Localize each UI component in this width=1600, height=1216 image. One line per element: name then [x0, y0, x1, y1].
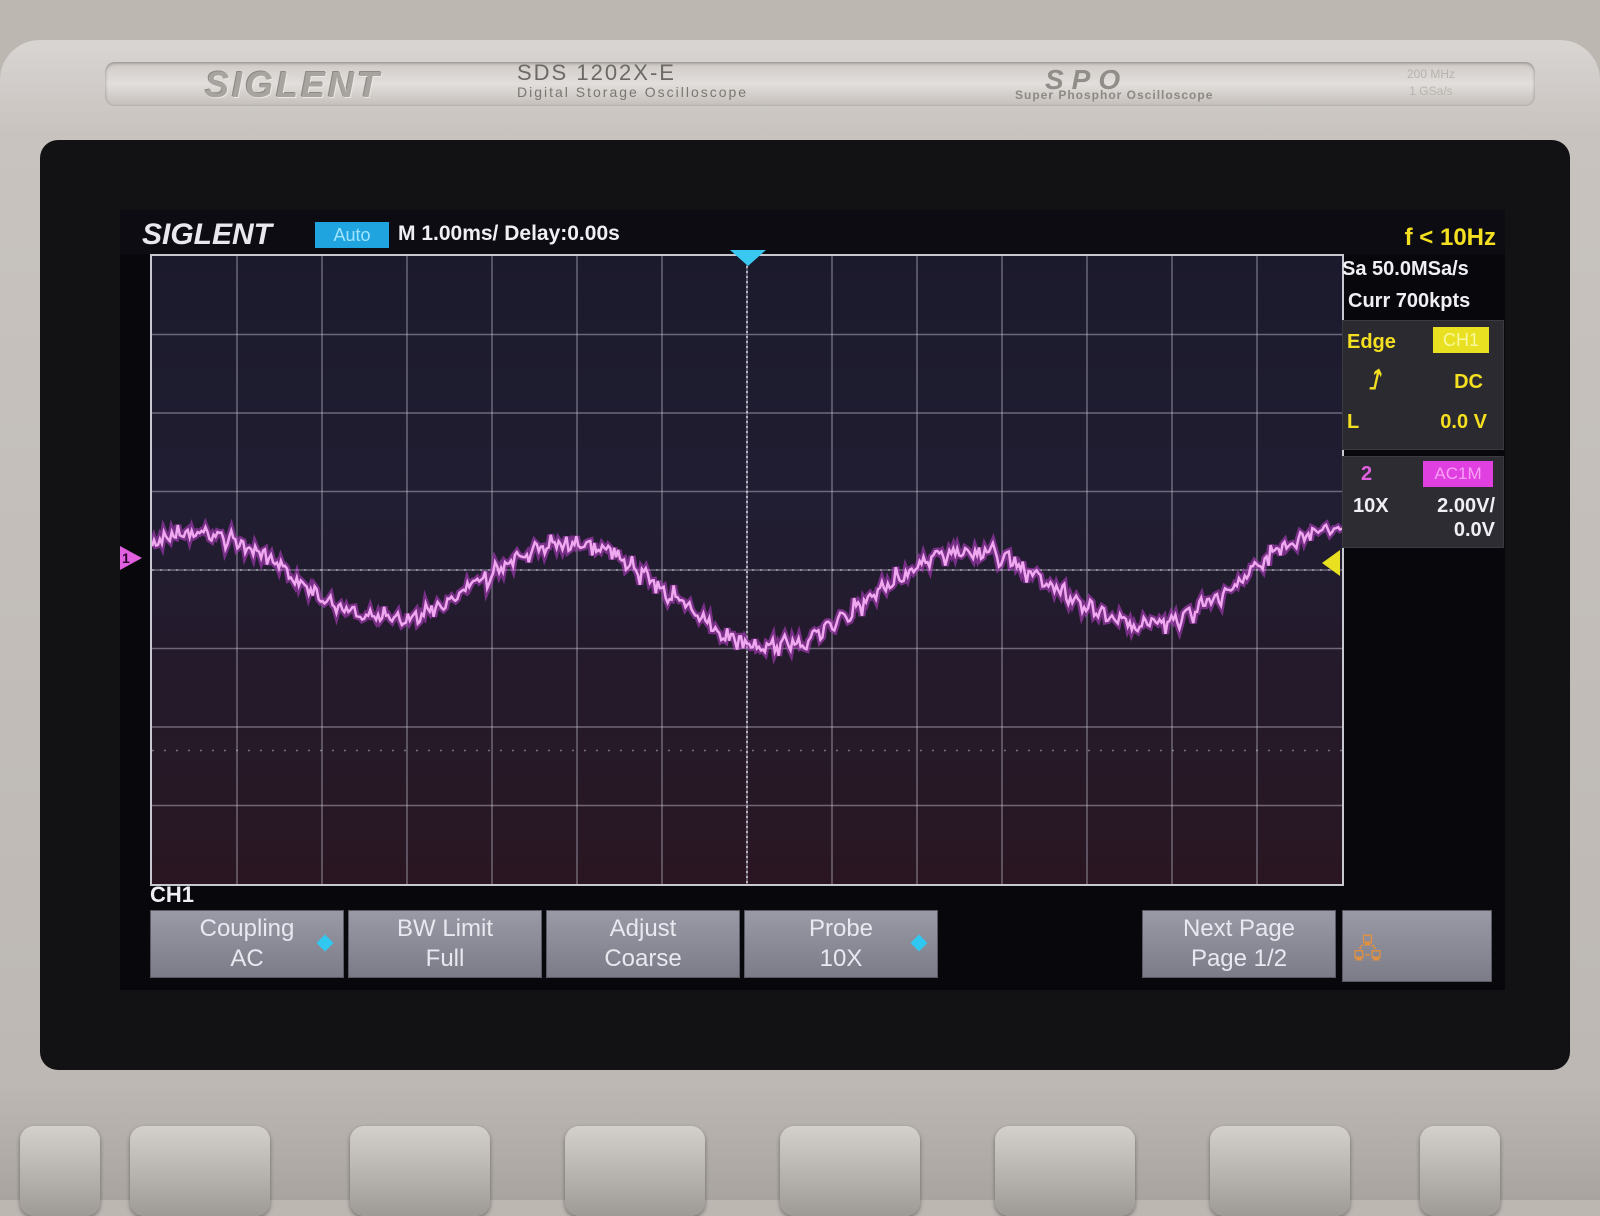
hardware-button[interactable]: [1210, 1126, 1350, 1216]
trigger-source-badge: CH1: [1433, 327, 1489, 353]
adjust-softkey[interactable]: Adjust Coarse: [546, 910, 740, 978]
trigger-mode-badge[interactable]: Auto: [315, 222, 389, 248]
waveform-display: [150, 254, 1344, 886]
channel2-offset: 0.0V: [1453, 519, 1495, 541]
hardware-button[interactable]: [780, 1126, 920, 1216]
channel2-probe: 10X: [1353, 495, 1389, 517]
softkey-label: Probe: [808, 915, 874, 942]
trigger-level-label: L: [1347, 411, 1360, 433]
graticule: [152, 256, 1342, 884]
channel2-coupling-badge: AC1M: [1423, 461, 1493, 487]
softkey-value: AC: [230, 945, 264, 972]
trigger-position-marker[interactable]: [730, 250, 766, 266]
trigger-coupling: DC: [1454, 371, 1483, 393]
model-name: SDS 1202X-E: [517, 60, 676, 85]
sample-rate-readout: Sa 50.0MSa/s: [1342, 258, 1469, 280]
spec-bandwidth: 200 MHz: [1406, 67, 1455, 81]
hardware-button[interactable]: [565, 1126, 705, 1216]
bw-limit-softkey[interactable]: BW Limit Full: [348, 910, 542, 978]
trigger-type: Edge: [1347, 331, 1396, 353]
trigger-level-marker[interactable]: [1322, 550, 1340, 576]
frequency-readout: f < 10Hz: [1404, 224, 1496, 251]
hardware-button[interactable]: [995, 1126, 1135, 1216]
softkey-label: Adjust: [609, 915, 677, 942]
hardware-button[interactable]: [130, 1126, 270, 1216]
scope-screen: SIGLENT Auto M 1.00ms/ Delay:0.00s 1 f <…: [120, 210, 1505, 990]
network-icon: 🖧: [1353, 934, 1382, 964]
spec-label: 200 MHz 1 GSa/s: [1407, 66, 1455, 100]
brand-strip: SIGLENT SDS 1202X-E Digital Storage Osci…: [105, 62, 1535, 106]
model-description: Digital Storage Oscilloscope: [517, 84, 749, 100]
top-status-bar: SIGLENT Auto M 1.00ms/ Delay:0.00s: [120, 210, 1505, 254]
channel2-number: 2: [1361, 463, 1373, 485]
memory-depth-readout: Curr 700kpts: [1348, 290, 1471, 312]
coupling-softkey[interactable]: Coupling AC: [150, 910, 344, 978]
softkey-value: 10X: [819, 945, 863, 972]
softkey-value: Page 1/2: [1190, 945, 1288, 972]
softkey-label: Next Page: [1182, 915, 1296, 942]
rising-edge-icon: ⭜: [1369, 365, 1383, 395]
network-status-key[interactable]: 🖧: [1342, 910, 1492, 982]
menu-title: CH1: [150, 882, 195, 907]
screen-logo: SIGLENT: [142, 218, 273, 251]
softkey-value: Coarse: [604, 945, 682, 972]
hardware-button[interactable]: [350, 1126, 490, 1216]
hardware-button[interactable]: [1420, 1126, 1500, 1216]
ch1-marker-label: 1: [122, 550, 130, 566]
probe-softkey[interactable]: Probe 10X: [744, 910, 938, 978]
series-description: Super Phosphor Oscilloscope: [1015, 88, 1214, 102]
softkey-label: Coupling: [199, 915, 295, 942]
next-page-softkey[interactable]: Next Page Page 1/2: [1142, 910, 1336, 978]
timebase-readout[interactable]: M 1.00ms/ Delay:0.00s: [398, 222, 620, 246]
spec-samplerate: 1 GSa/s: [1409, 84, 1453, 98]
softkey-label: BW Limit: [397, 915, 493, 942]
channel2-info-box[interactable]: 2 AC1M 10X 2.00V/ 0.0V: [1342, 456, 1504, 548]
softkey-value: Full: [425, 945, 465, 972]
channel2-scale: 2.00V/: [1437, 495, 1495, 517]
brand-logo: SIGLENT: [205, 64, 383, 105]
trigger-level-value: 0.0 V: [1440, 411, 1487, 433]
hardware-button[interactable]: [20, 1126, 100, 1216]
trigger-info-box[interactable]: Edge CH1 ⭜ DC L 0.0 V: [1342, 320, 1504, 450]
